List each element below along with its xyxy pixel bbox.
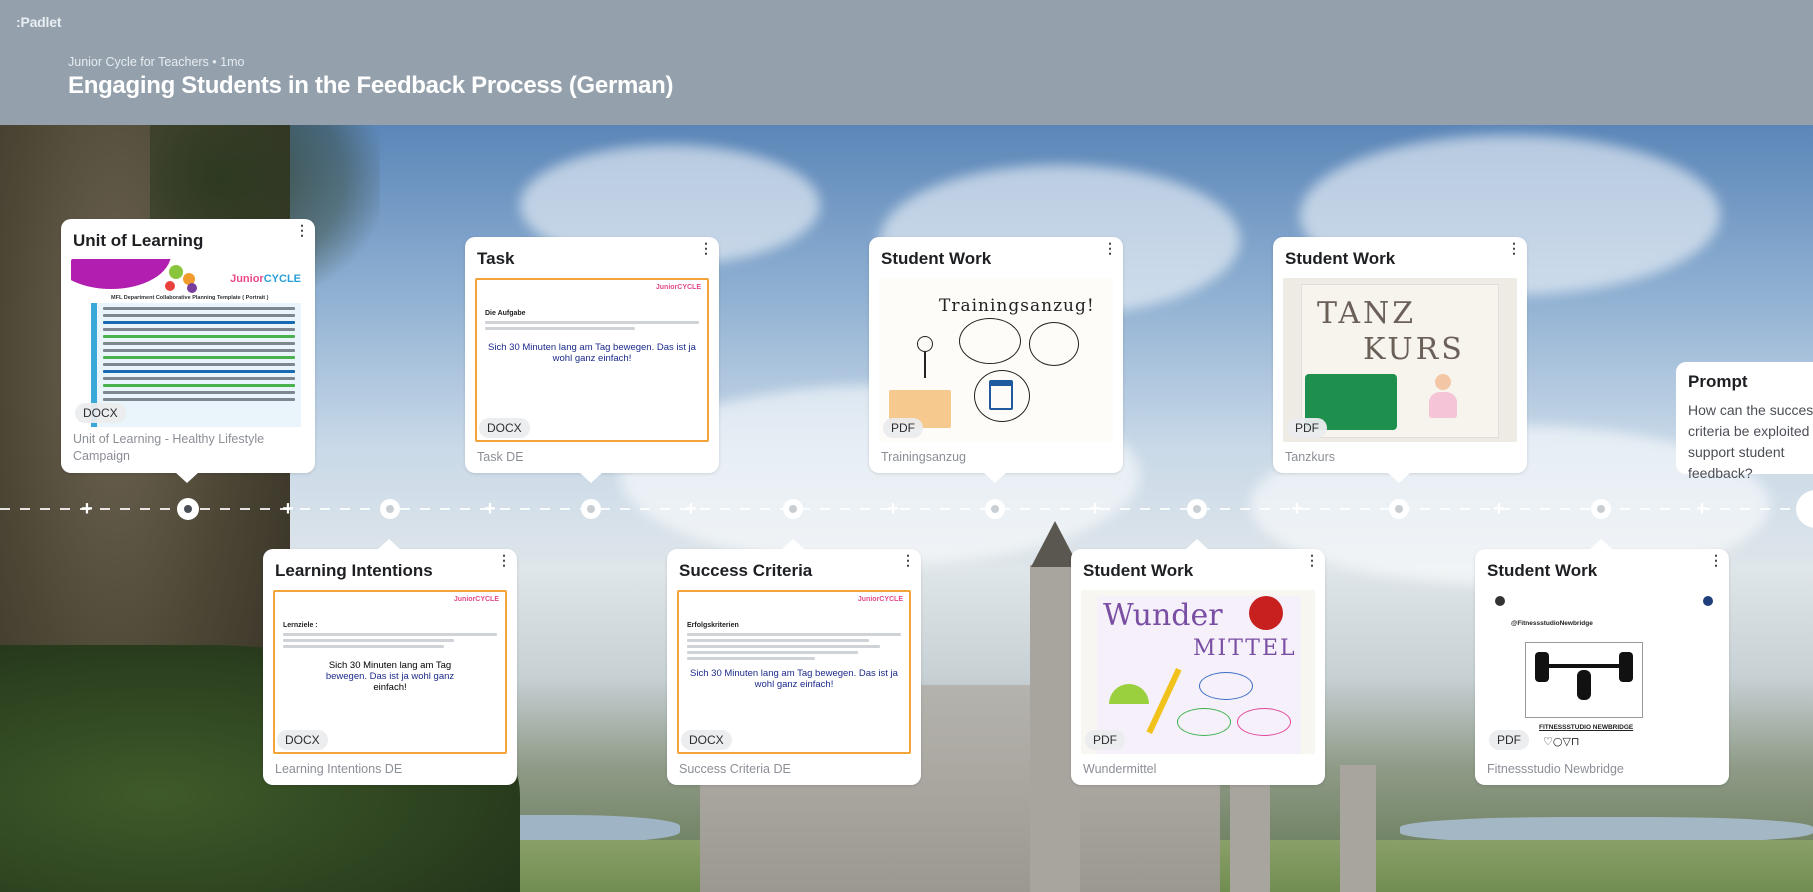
timeline-node[interactable]	[985, 499, 1005, 519]
file-type-badge: PDF	[1085, 730, 1125, 750]
attachment-caption: Success Criteria DE	[679, 762, 791, 776]
add-post-icon[interactable]: +	[78, 499, 96, 519]
attachment-caption: Tanzkurs	[1285, 450, 1336, 464]
attachment-caption: Wundermittel	[1083, 762, 1157, 776]
board-header: :Padlet Junior Cycle for Teachers • 1mo …	[0, 0, 1813, 125]
document-thumbnail: JuniorCYCLE MFL Department Collaborative…	[71, 259, 305, 427]
add-post-icon[interactable]: +	[1490, 499, 1508, 519]
post-card[interactable]: Unit of Learning ⋮ JuniorCYCLE MFL Depar…	[61, 219, 315, 483]
timeline-node[interactable]	[783, 499, 803, 519]
post-title: Student Work	[1487, 561, 1598, 580]
board-title: Engaging Students in the Feedback Proces…	[68, 72, 674, 99]
add-post-icon[interactable]: +	[481, 499, 499, 519]
junior-cycle-logo: JuniorCYCLE	[230, 273, 301, 285]
file-type-badge: DOCX	[277, 730, 328, 750]
add-post-icon[interactable]: +	[1288, 499, 1306, 519]
post-title: Learning Intentions	[275, 561, 433, 580]
post-card[interactable]: Success Criteria ⋮ JuniorCYCLE Erfolgskr…	[667, 539, 921, 785]
junior-cycle-logo: JuniorCYCLE	[655, 284, 701, 291]
post-card[interactable]: Task ⋮ JuniorCYCLE Die Aufgabe Sich 30 M…	[465, 237, 719, 483]
file-type-badge: DOCX	[75, 403, 126, 423]
attachment-preview[interactable]: @FitnessstudioNewbridge FITNESSSTUDIO NE…	[1485, 590, 1719, 754]
file-type-badge: DOCX	[681, 730, 732, 750]
junior-cycle-logo: JuniorCYCLE	[857, 596, 903, 603]
post-title: Student Work	[1083, 561, 1194, 580]
attachment-caption: Learning Intentions DE	[275, 762, 403, 776]
attachment-preview[interactable]: TANZ KURS PDF	[1283, 278, 1517, 442]
post-card[interactable]: Learning Intentions ⋮ JuniorCYCLE Lernzi…	[263, 539, 517, 785]
more-options-icon[interactable]: ⋮	[901, 553, 915, 575]
attachment-caption: Unit of Learning - Healthy Lifestyle Cam…	[73, 432, 265, 463]
post-card[interactable]: Student Work ⋮ Wunder MITTEL PDF Wunderm…	[1071, 539, 1325, 785]
attachment-caption: Fitnessstudio Newbridge	[1487, 762, 1624, 776]
junior-cycle-logo: JuniorCYCLE	[453, 596, 499, 603]
attachment-preview[interactable]: JuniorCYCLE Lernziele : Sich 30 Minuten …	[273, 590, 507, 754]
padlet-logo[interactable]: :Padlet	[16, 14, 61, 30]
file-type-badge: PDF	[1287, 418, 1327, 438]
post-card[interactable]: Student Work ⋮ TANZ KURS PDF Tanzkurs	[1273, 237, 1527, 483]
attachment-caption: Trainingsanzug	[881, 450, 967, 464]
post-title: Success Criteria	[679, 561, 813, 580]
post-card[interactable]: Student Work ⋮ Trainingsanzug! PDF Train…	[869, 237, 1123, 483]
post-card[interactable]: Student Work ⋮ @FitnessstudioNewbridge F…	[1475, 539, 1729, 785]
attachment-preview[interactable]: Wunder MITTEL PDF	[1081, 590, 1315, 754]
prompt-card[interactable]: Prompt How can the success criteria be e…	[1676, 362, 1813, 481]
timeline-node[interactable]	[1389, 499, 1409, 519]
more-options-icon[interactable]: ⋮	[1103, 241, 1117, 263]
post-title: Student Work	[1285, 249, 1396, 268]
timeline-node[interactable]	[380, 499, 400, 519]
post-title: Prompt	[1688, 372, 1748, 391]
timeline-node[interactable]	[1591, 499, 1611, 519]
file-type-badge: PDF	[883, 418, 923, 438]
more-options-icon[interactable]: ⋮	[1709, 553, 1723, 575]
timeline-node[interactable]	[581, 499, 601, 519]
timeline-node[interactable]	[1187, 499, 1207, 519]
attachment-caption: Task DE	[477, 450, 524, 464]
castle-tower	[1340, 765, 1376, 892]
more-options-icon[interactable]: ⋮	[1305, 553, 1319, 575]
more-options-icon[interactable]: ⋮	[295, 223, 309, 245]
more-options-icon[interactable]: ⋮	[699, 241, 713, 263]
add-post-icon[interactable]: +	[279, 499, 297, 519]
more-options-icon[interactable]: ⋮	[497, 553, 511, 575]
attachment-preview[interactable]: JuniorCYCLE Erfolgskriterien Sich 30 Min…	[677, 590, 911, 754]
post-body: How can the success criteria be exploite…	[1688, 402, 1813, 481]
file-type-badge: DOCX	[479, 418, 530, 438]
add-post-icon[interactable]: +	[884, 499, 902, 519]
add-post-icon[interactable]: +	[1693, 499, 1711, 519]
post-title: Task	[477, 249, 515, 268]
attachment-preview[interactable]: Trainingsanzug! PDF	[879, 278, 1113, 442]
attachment-preview[interactable]: JuniorCYCLE MFL Department Collaborative…	[71, 259, 305, 427]
add-post-icon[interactable]: +	[1086, 499, 1104, 519]
add-post-icon[interactable]: +	[682, 499, 700, 519]
board-meta: Junior Cycle for Teachers • 1mo	[68, 55, 245, 69]
attachment-preview[interactable]: JuniorCYCLE Die Aufgabe Sich 30 Minuten …	[475, 278, 709, 442]
timeline-node[interactable]	[178, 499, 198, 519]
post-title: Unit of Learning	[73, 231, 204, 250]
post-title: Student Work	[881, 249, 992, 268]
more-options-icon[interactable]: ⋮	[1507, 241, 1521, 263]
file-type-badge: PDF	[1489, 730, 1529, 750]
timeline-line	[0, 508, 1813, 510]
